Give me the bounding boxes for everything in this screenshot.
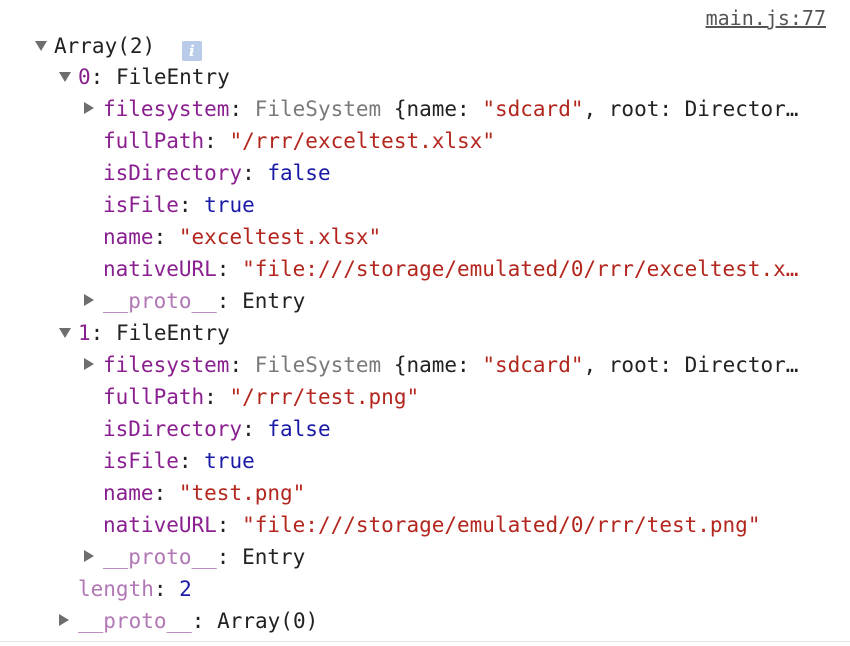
separator: : [178,449,205,473]
triangle-down-icon[interactable] [59,328,71,338]
proto-value: Array(0) [217,609,319,633]
separator: : [90,321,116,345]
string-value: "sdcard" [482,353,584,377]
proto-value: Entry [242,289,306,313]
boolean-value: false [267,161,331,185]
property-key: nativeURL [103,513,217,537]
separator: : [216,513,243,537]
separator: : [191,609,218,633]
boolean-value: true [204,449,255,473]
separator: : [216,545,243,569]
separator: : [153,577,180,601]
nativeurl-row: nativeURL: "file:///storage/emulated/0/r… [0,509,832,541]
property-key: fullPath [103,385,205,409]
property-key: name [103,481,154,505]
property-key: isDirectory [103,417,243,441]
entry-0-row[interactable]: 0: FileEntry [0,61,832,93]
string-value: "file:///storage/emulated/0/rrr/test.png… [242,513,761,537]
string-value: "/rrr/test.png" [229,385,420,409]
triangle-right-icon[interactable] [59,614,69,626]
string-value: "/rrr/exceltest.xlsx" [229,129,495,153]
info-icon[interactable]: i [181,41,202,61]
property-key: name [103,225,154,249]
isdirectory-row: isDirectory: false [0,413,832,445]
property-key: isDirectory [103,161,243,185]
separator: : [242,161,268,185]
boolean-value: true [204,193,255,217]
nativeurl-row: nativeURL: "file:///storage/emulated/0/r… [0,253,832,285]
triangle-right-icon[interactable] [84,294,94,306]
isfile-row: isFile: true [0,445,832,477]
entry-type: FileEntry [115,65,230,89]
triangle-down-icon[interactable] [59,72,71,82]
separator: : [216,289,243,313]
separator: : [153,481,179,505]
entry-type: FileEntry [115,321,230,345]
object-brace: {name: [393,97,483,121]
divider [0,641,850,642]
triangle-right-icon[interactable] [84,102,94,114]
array-proto-row[interactable]: __proto__: Array(0) [0,605,832,637]
property-key: fullPath [103,129,205,153]
length-row: length: 2 [0,573,832,605]
separator: : [204,385,230,409]
property-key: __proto__ [78,609,192,633]
separator: : [216,257,243,281]
property-key: __proto__ [103,545,217,569]
proto-row[interactable]: __proto__: Entry [0,541,832,573]
property-key: __proto__ [103,289,217,313]
string-value: "exceltest.xlsx" [178,225,382,249]
string-value: "test.png" [178,481,306,505]
array-root-label: Array(2) [54,34,156,58]
property-key: filesystem [103,97,230,121]
filesystem-row[interactable]: filesystem: FileSystem {name: "sdcard", … [0,349,832,381]
property-key: length [78,577,154,601]
object-type: FileSystem [254,353,382,377]
fullpath-row: fullPath: "/rrr/exceltest.xlsx" [0,125,832,157]
object-rest: , root: Director… [583,353,799,377]
property-key: filesystem [103,353,230,377]
number-value: 2 [179,577,192,601]
separator: : [242,417,268,441]
property-key: nativeURL [103,257,217,281]
separator: : [153,225,179,249]
object-type: FileSystem [254,97,382,121]
separator: : [229,97,255,121]
triangle-right-icon[interactable] [84,550,94,562]
triangle-down-icon[interactable] [35,41,47,51]
entry-index: 1 [78,321,91,345]
object-rest: , root: Director… [583,97,799,121]
isdirectory-row: isDirectory: false [0,157,832,189]
source-link[interactable]: main.js:77 [706,4,826,32]
name-row: name: "test.png" [0,477,832,509]
entry-1-row[interactable]: 1: FileEntry [0,317,832,349]
triangle-right-icon[interactable] [84,358,94,370]
separator: : [178,193,205,217]
object-brace: {name: [393,353,483,377]
separator: : [229,353,255,377]
string-value: "sdcard" [482,97,584,121]
name-row: name: "exceltest.xlsx" [0,221,832,253]
fullpath-row: fullPath: "/rrr/test.png" [0,381,832,413]
proto-row[interactable]: __proto__: Entry [0,285,832,317]
boolean-value: false [267,417,331,441]
array-root-row[interactable]: Array(2) i [0,30,832,62]
filesystem-row[interactable]: filesystem: FileSystem {name: "sdcard", … [0,93,832,125]
string-value: "file:///storage/emulated/0/rrr/exceltes… [242,257,799,281]
property-key: isFile [103,193,179,217]
property-key: isFile [103,449,179,473]
separator: : [204,129,230,153]
isfile-row: isFile: true [0,189,832,221]
entry-index: 0 [78,65,91,89]
separator: : [90,65,116,89]
proto-value: Entry [242,545,306,569]
